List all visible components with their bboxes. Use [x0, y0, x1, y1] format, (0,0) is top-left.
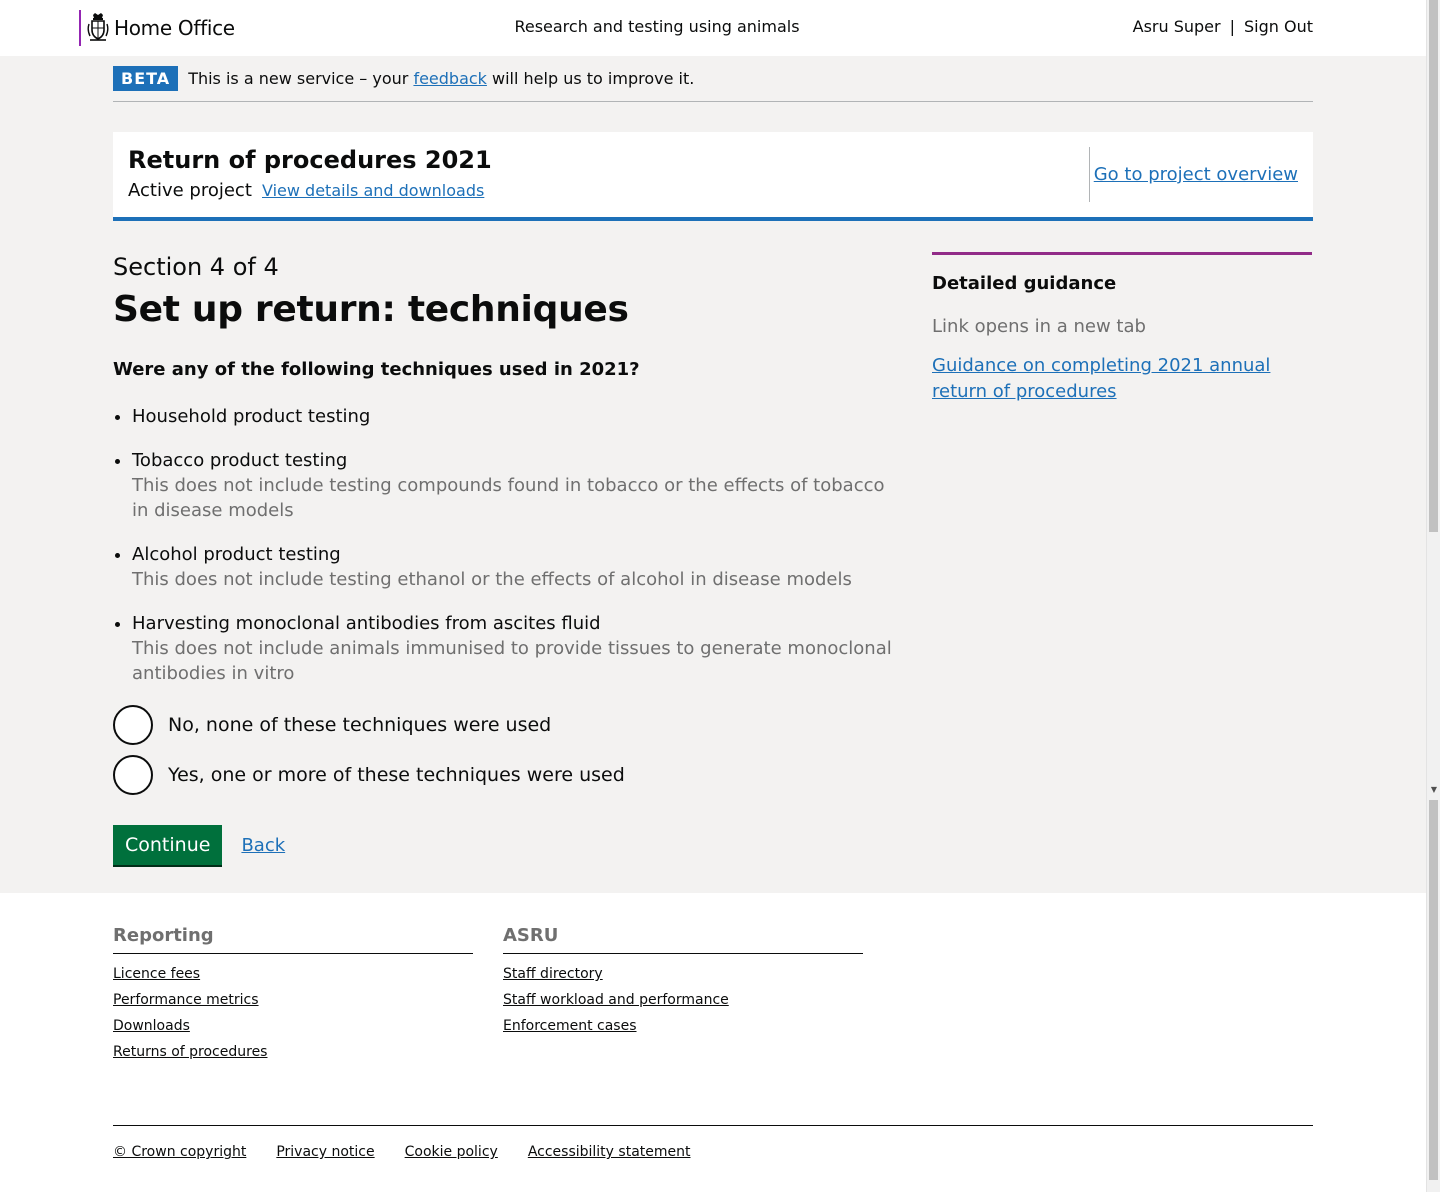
form-actions: Continue Back — [113, 825, 285, 865]
question-legend: Were any of the following techniques use… — [113, 359, 640, 380]
footer-asru: ASRU Staff directory Staff workload and … — [503, 925, 863, 1034]
project-title: Return of procedures 2021 — [128, 146, 492, 174]
list-item: Tobacco product testing This does not in… — [132, 448, 903, 523]
technique-hint: This does not include animals immunised … — [132, 638, 892, 684]
project-status: Active project — [128, 180, 252, 201]
scrollbar-thumb-lower[interactable] — [1429, 800, 1438, 1180]
scrollbar-thumb-upper[interactable] — [1429, 0, 1438, 532]
technique-label: Household product testing — [132, 406, 371, 427]
footer-link[interactable]: Performance metrics — [113, 992, 473, 1008]
guidance-link[interactable]: Guidance on completing 2021 annual retur… — [932, 353, 1312, 405]
guidance-sidebar: Detailed guidance Link opens in a new ta… — [932, 252, 1312, 405]
footer-reporting-title: Reporting — [113, 925, 473, 954]
user-nav: Asru Super | Sign Out — [1133, 17, 1313, 36]
technique-label: Tobacco product testing — [132, 450, 348, 471]
radio-icon[interactable] — [113, 705, 153, 745]
footer-link[interactable]: Returns of procedures — [113, 1044, 473, 1060]
footer-meta: © Crown copyright Privacy notice Cookie … — [113, 1144, 691, 1160]
beta-text-after: will help us to improve it. — [486, 69, 695, 88]
radio-option-yes[interactable]: Yes, one or more of these techniques wer… — [113, 755, 903, 795]
footer-link[interactable]: Downloads — [113, 1018, 473, 1034]
page-title: Set up return: techniques — [113, 289, 629, 330]
continue-button[interactable]: Continue — [113, 825, 223, 865]
site-header: Home Office Research and testing using a… — [0, 0, 1426, 56]
guidance-title: Detailed guidance — [932, 273, 1117, 294]
user-name[interactable]: Asru Super — [1133, 17, 1221, 36]
section-caption: Section 4 of 4 — [113, 253, 279, 281]
service-name[interactable]: Research and testing using animals — [0, 17, 1314, 36]
footer-link[interactable]: Staff directory — [503, 966, 863, 982]
technique-hint: This does not include testing ethanol or… — [132, 569, 852, 590]
panel-divider — [1089, 147, 1090, 202]
accessibility-statement-link[interactable]: Accessibility statement — [528, 1144, 691, 1160]
beta-text: This is a new service – your feedback wi… — [188, 66, 694, 92]
guidance-hint: Link opens in a new tab — [932, 316, 1146, 337]
techniques-list: Household product testing Tobacco produc… — [113, 404, 903, 686]
footer-link[interactable]: Licence fees — [113, 966, 473, 982]
footer-link[interactable]: Staff workload and performance — [503, 992, 863, 1008]
privacy-notice-link[interactable]: Privacy notice — [276, 1144, 374, 1160]
back-link[interactable]: Back — [241, 835, 285, 856]
radio-icon[interactable] — [113, 755, 153, 795]
page-scrollbar[interactable]: ▼ — [1426, 0, 1440, 1192]
nav-separator: | — [1229, 17, 1235, 36]
feedback-link[interactable]: feedback — [413, 69, 487, 88]
crown-copyright-link[interactable]: © Crown copyright — [113, 1144, 246, 1160]
project-panel: Return of procedures 2021 Active project… — [113, 132, 1313, 221]
footer-divider — [113, 1125, 1313, 1126]
technique-label: Alcohol product testing — [132, 544, 341, 565]
list-item: Harvesting monoclonal antibodies from as… — [132, 611, 903, 686]
list-item: Alcohol product testing This does not in… — [132, 542, 903, 592]
list-item: Household product testing — [132, 404, 903, 429]
view-details-link[interactable]: View details and downloads — [262, 181, 484, 200]
site-footer: Reporting Licence fees Performance metri… — [0, 893, 1426, 1192]
footer-asru-title: ASRU — [503, 925, 863, 954]
beta-text-before: This is a new service – your — [188, 69, 414, 88]
radio-label-yes[interactable]: Yes, one or more of these techniques wer… — [168, 764, 625, 786]
beta-tag: BETA — [113, 66, 179, 91]
scroll-down-arrow-icon[interactable]: ▼ — [1427, 785, 1440, 794]
cookie-policy-link[interactable]: Cookie policy — [405, 1144, 498, 1160]
footer-link[interactable]: Enforcement cases — [503, 1018, 863, 1034]
phase-banner: BETA This is a new service – your feedba… — [113, 66, 1313, 102]
project-overview-link[interactable]: Go to project overview — [1094, 164, 1298, 185]
main-content: Section 4 of 4 Set up return: techniques… — [113, 250, 903, 795]
footer-reporting: Reporting Licence fees Performance metri… — [113, 925, 473, 1060]
radio-label-no[interactable]: No, none of these techniques were used — [168, 714, 551, 736]
technique-hint: This does not include testing compounds … — [132, 475, 885, 521]
radio-option-no[interactable]: No, none of these techniques were used — [113, 705, 903, 745]
technique-label: Harvesting monoclonal antibodies from as… — [132, 613, 601, 634]
sign-out-link[interactable]: Sign Out — [1244, 17, 1313, 36]
